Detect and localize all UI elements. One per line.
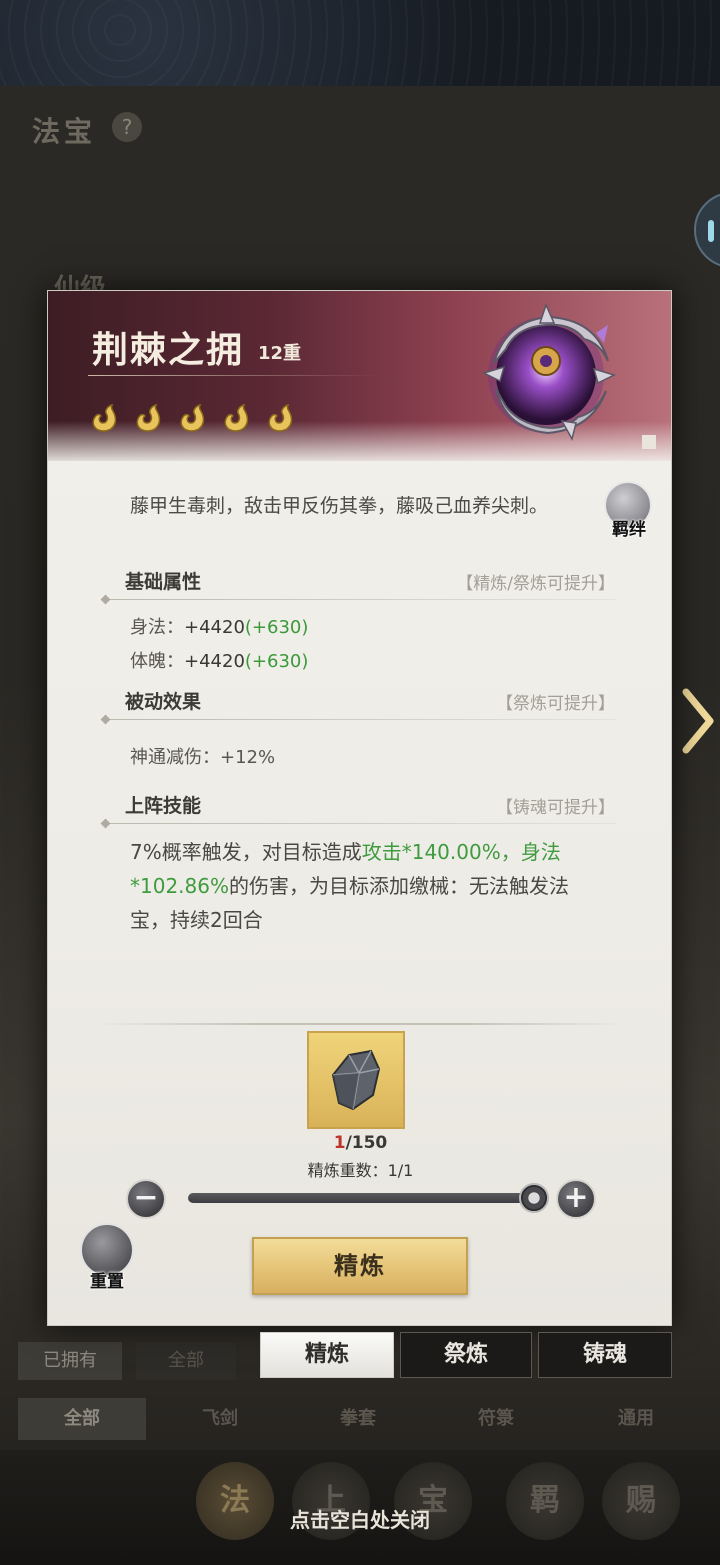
slider-knob[interactable] <box>519 1183 549 1213</box>
top-banner <box>0 0 720 86</box>
next-arrow-icon[interactable] <box>676 686 720 756</box>
filter-gauntlet[interactable]: 拳套 <box>298 1398 418 1440</box>
stat-value: +4420 <box>184 651 245 672</box>
section-bullet <box>100 594 111 605</box>
flame-star-icon <box>268 403 293 432</box>
tab-sacrifice[interactable]: 祭炼 <box>400 1332 532 1378</box>
section-note-base: 【精炼/祭炼可提升】 <box>456 574 615 594</box>
corner-marker <box>642 435 656 449</box>
refine-button[interactable]: 精炼 <box>252 1237 468 1295</box>
tab-all-owned[interactable]: 全部 <box>136 1342 236 1380</box>
material-current: 1 <box>333 1133 346 1153</box>
flame-star-icon <box>92 403 117 432</box>
material-total: /150 <box>345 1133 388 1153</box>
decrease-button[interactable]: − <box>126 1179 166 1219</box>
increase-button[interactable]: + <box>556 1179 596 1219</box>
flame-star-icon <box>180 403 205 432</box>
section-title-base: 基础属性 <box>125 571 202 593</box>
treasure-description: 藤甲生毒刺，敌击甲反伤其拳，藤吸己血养尖刺。 <box>130 495 549 517</box>
treasure-level: 12重 <box>258 343 302 364</box>
star-rating <box>88 403 296 435</box>
section-note-skill: 【铸魂可提升】 <box>496 798 615 818</box>
stat-row: 体魄：+4420(+630) <box>130 647 308 673</box>
material-slot[interactable] <box>307 1031 405 1129</box>
stat-value: +4420 <box>184 617 245 638</box>
bond-label: 羁绊 <box>612 520 646 540</box>
section-note-passive: 【祭炼可提升】 <box>496 694 615 714</box>
refine-slider[interactable] <box>188 1193 533 1203</box>
tab-refine[interactable]: 精炼 <box>260 1332 394 1378</box>
section-title-passive: 被动效果 <box>125 691 202 713</box>
filter-general[interactable]: 通用 <box>576 1398 696 1440</box>
tab-owned[interactable]: 已拥有 <box>18 1342 122 1380</box>
stat-bonus: (+630) <box>244 617 309 638</box>
refine-stone-icon <box>331 1049 381 1111</box>
stat-label: 体魄： <box>130 651 184 672</box>
reset-button[interactable]: 重置 <box>76 1221 138 1293</box>
skill-description: 7%概率触发，对目标造成攻击*140.00%，身法*102.86%的伤害，为目标… <box>130 835 600 937</box>
stat-bonus: (+630) <box>244 651 309 672</box>
skill-text: 7%概率触发，对目标造成 <box>130 840 362 864</box>
close-hint[interactable]: 点击空白处关闭 <box>0 1504 720 1533</box>
refine-times: 精炼重数：1/1 <box>307 1161 414 1180</box>
stat-label: 身法： <box>130 617 184 638</box>
filter-talisman[interactable]: 符箓 <box>436 1398 556 1440</box>
material-divider <box>96 1023 626 1025</box>
passive-effect: 神通减伤：+12% <box>130 747 276 768</box>
material-count: 1/150 <box>48 1133 671 1153</box>
section-bullet <box>100 714 111 725</box>
filter-all[interactable]: 全部 <box>18 1398 146 1440</box>
section-divider <box>104 719 616 720</box>
section-bullet <box>100 818 111 829</box>
page-title: 法宝 <box>32 115 97 148</box>
flame-star-icon <box>136 403 161 432</box>
bond-button[interactable]: 羁绊 <box>600 481 658 545</box>
help-button[interactable]: ? <box>112 112 142 142</box>
tab-forge-soul[interactable]: 铸魂 <box>538 1332 672 1378</box>
filter-flying-sword[interactable]: 飞剑 <box>160 1398 280 1440</box>
treasure-name: 荆棘之拥 <box>92 329 245 371</box>
flame-star-icon <box>224 403 249 432</box>
name-divider <box>88 375 378 376</box>
stat-row: 身法：+4420(+630) <box>130 613 308 639</box>
section-divider <box>104 823 616 824</box>
reset-label: 重置 <box>90 1272 124 1292</box>
section-divider <box>104 599 616 600</box>
treasure-artwork-icon <box>481 303 617 442</box>
treasure-detail-dialog: 荆棘之拥 12重 羁绊 藤甲生毒刺，敌击甲反伤其拳，藤吸己血养尖刺。 基础属性 … <box>47 290 672 1326</box>
section-title-skill: 上阵技能 <box>125 795 202 817</box>
